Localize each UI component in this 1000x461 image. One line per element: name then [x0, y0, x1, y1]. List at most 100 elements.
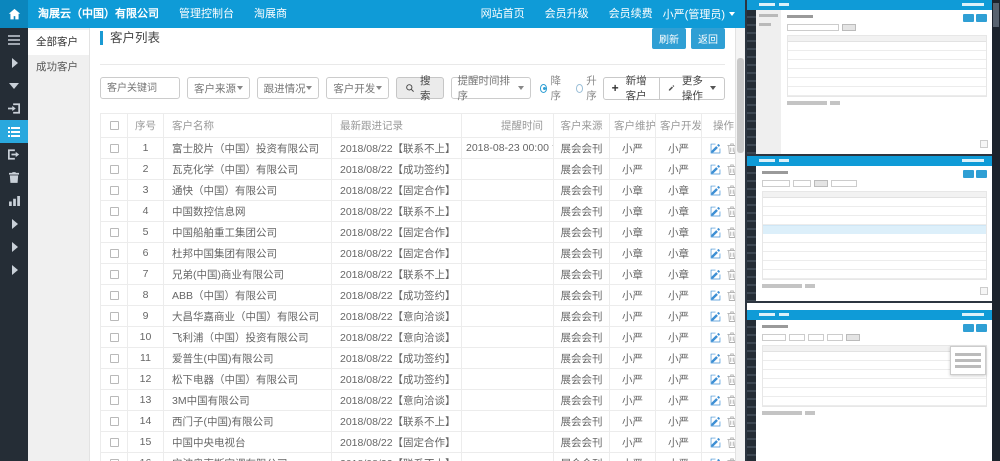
- row-checkbox[interactable]: [110, 417, 119, 426]
- delete-icon[interactable]: [727, 227, 735, 238]
- chevron-right-icon[interactable]: [0, 258, 28, 281]
- delete-icon[interactable]: [727, 416, 735, 427]
- delete-icon[interactable]: [727, 395, 735, 406]
- edit-icon[interactable]: [710, 395, 721, 406]
- delete-icon[interactable]: [727, 353, 735, 364]
- delete-icon[interactable]: [727, 143, 735, 154]
- keyword-input[interactable]: [100, 77, 180, 99]
- search-button[interactable]: 搜索: [396, 77, 444, 99]
- delete-icon[interactable]: [727, 437, 735, 448]
- row-index: 13: [128, 390, 164, 411]
- edit-icon[interactable]: [710, 185, 721, 196]
- nav-site-home[interactable]: 网站首页: [471, 0, 535, 28]
- edit-icon[interactable]: [710, 227, 721, 238]
- home-icon[interactable]: [0, 0, 28, 28]
- edit-icon[interactable]: [710, 290, 721, 301]
- asc-radio[interactable]: 升序: [576, 73, 603, 103]
- nav-shop[interactable]: 淘展商: [244, 0, 297, 28]
- preview-scrollbar-thumb[interactable]: [993, 3, 999, 27]
- nav-member-upgrade[interactable]: 会员升级: [535, 0, 599, 28]
- menu-icon[interactable]: [0, 28, 28, 51]
- edit-icon: [668, 83, 675, 93]
- customer-list-icon[interactable]: [0, 120, 28, 143]
- develop-filter-select[interactable]: 客户开发: [326, 77, 389, 99]
- page-scrollbar[interactable]: [735, 28, 745, 461]
- delete-icon[interactable]: [727, 290, 735, 301]
- row-operations: [702, 222, 736, 243]
- radio-icon: [540, 84, 547, 93]
- add-customer-button[interactable]: +新增客户: [603, 77, 660, 100]
- nav-member-renew[interactable]: 会员续费: [599, 0, 663, 28]
- sign-in-icon[interactable]: [0, 97, 28, 120]
- edit-icon[interactable]: [710, 437, 721, 448]
- customer-maintainer: 小严: [610, 369, 656, 390]
- row-checkbox[interactable]: [110, 291, 119, 300]
- row-checkbox[interactable]: [110, 186, 119, 195]
- followup-record: 2018/08/22【成功签约】: [332, 348, 462, 369]
- edit-icon[interactable]: [710, 416, 721, 427]
- back-button[interactable]: 返回: [691, 28, 725, 49]
- preview-thumbnail-3[interactable]: [747, 303, 992, 461]
- nav-console[interactable]: 管理控制台: [169, 0, 244, 28]
- scrollbar-thumb[interactable]: [737, 58, 744, 153]
- delete-icon[interactable]: [727, 311, 735, 322]
- row-checkbox[interactable]: [110, 249, 119, 258]
- edit-icon[interactable]: [710, 332, 721, 343]
- row-operations: [702, 243, 736, 264]
- edit-icon[interactable]: [710, 374, 721, 385]
- source-filter-select[interactable]: 客户来源: [187, 77, 250, 99]
- row-index: 6: [128, 243, 164, 264]
- sidebar-item-all-customers[interactable]: 全部客户: [28, 30, 89, 55]
- customer-source: 展会会刊: [554, 453, 610, 461]
- row-checkbox[interactable]: [110, 354, 119, 363]
- preview-scrollbar[interactable]: [992, 0, 1000, 461]
- trash-icon[interactable]: [0, 166, 28, 189]
- delete-icon[interactable]: [727, 206, 735, 217]
- user-menu[interactable]: 小严(管理员): [663, 6, 745, 22]
- row-checkbox[interactable]: [110, 438, 119, 447]
- row-checkbox[interactable]: [110, 375, 119, 384]
- edit-icon[interactable]: [710, 206, 721, 217]
- sign-out-icon[interactable]: [0, 143, 28, 166]
- preview-thumbnail-2[interactable]: [747, 156, 992, 301]
- more-actions-button[interactable]: 更多操作: [660, 77, 725, 100]
- row-checkbox[interactable]: [110, 207, 119, 216]
- preview-thumbnail-1[interactable]: [747, 0, 992, 154]
- sort-order-select[interactable]: 提醒时间排序: [451, 77, 532, 99]
- edit-icon[interactable]: [710, 248, 721, 259]
- row-checkbox[interactable]: [110, 228, 119, 237]
- chart-icon[interactable]: [0, 189, 28, 212]
- row-checkbox[interactable]: [110, 333, 119, 342]
- delete-icon[interactable]: [727, 185, 735, 196]
- edit-icon[interactable]: [710, 143, 721, 154]
- edit-icon[interactable]: [710, 269, 721, 280]
- delete-icon[interactable]: [727, 269, 735, 280]
- row-checkbox[interactable]: [110, 396, 119, 405]
- customer-maintainer: 小严: [610, 390, 656, 411]
- chevron-right-icon[interactable]: [0, 51, 28, 74]
- followup-filter-select[interactable]: 跟进情况: [257, 77, 320, 99]
- col-latest-record: 最新跟进记录: [332, 114, 462, 138]
- sidebar-item-success-customers[interactable]: 成功客户: [28, 55, 89, 80]
- select-all-checkbox[interactable]: [110, 121, 119, 130]
- delete-icon[interactable]: [727, 332, 735, 343]
- row-checkbox[interactable]: [110, 165, 119, 174]
- customer-source: 展会会刊: [554, 264, 610, 285]
- refresh-button[interactable]: 刷新: [652, 28, 686, 49]
- row-checkbox[interactable]: [110, 312, 119, 321]
- edit-icon[interactable]: [710, 311, 721, 322]
- edit-icon[interactable]: [710, 164, 721, 175]
- edit-icon[interactable]: [710, 353, 721, 364]
- row-operations: [702, 264, 736, 285]
- desc-radio[interactable]: 降序: [540, 73, 567, 103]
- chevron-right-icon[interactable]: [0, 212, 28, 235]
- delete-icon[interactable]: [727, 374, 735, 385]
- row-checkbox[interactable]: [110, 144, 119, 153]
- mini-buttons: [963, 14, 987, 22]
- delete-icon[interactable]: [727, 164, 735, 175]
- chevron-down-icon[interactable]: [0, 74, 28, 97]
- row-checkbox[interactable]: [110, 270, 119, 279]
- chevron-right-icon[interactable]: [0, 235, 28, 258]
- brand-company[interactable]: 淘展云（中国）有限公司: [28, 0, 169, 28]
- delete-icon[interactable]: [727, 248, 735, 259]
